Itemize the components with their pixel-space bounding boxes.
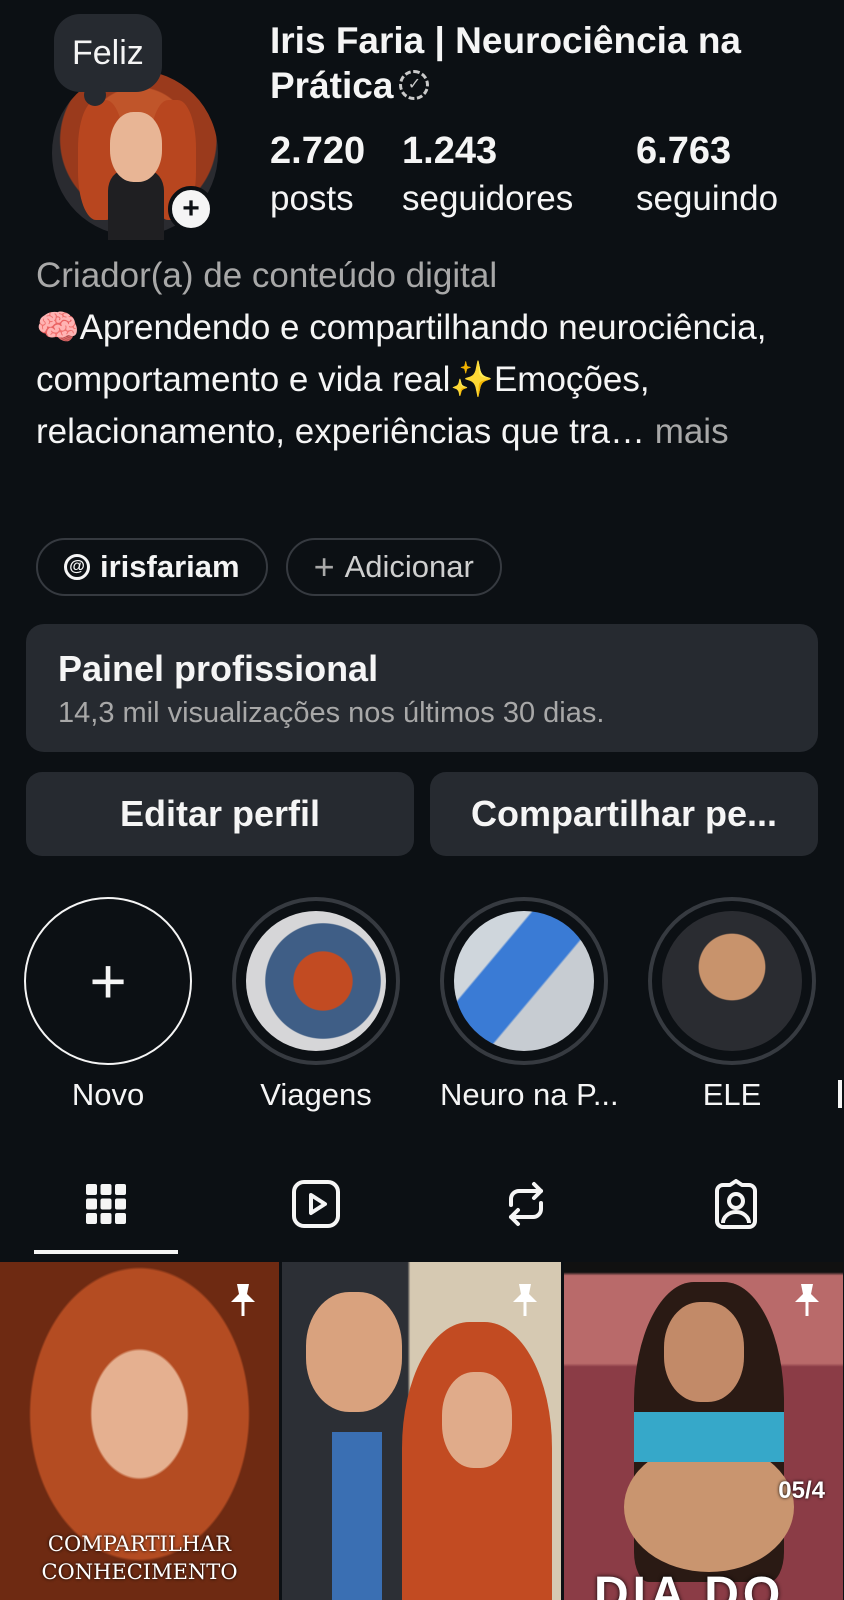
profile-name: Iris Faria | Neurociência na Prática ✓	[270, 20, 741, 106]
link-chips: @ irisfariam + Adicionar	[36, 538, 502, 596]
grid-icon[interactable]	[76, 1174, 136, 1234]
add-link-chip[interactable]: + Adicionar	[285, 538, 502, 596]
grid-post[interactable]: 05/4 DIA DO	[564, 1262, 843, 1600]
post-caption: COMPARTILHAR CONHECIMENTO	[41, 1532, 238, 1584]
tagged-icon[interactable]	[706, 1174, 766, 1234]
bio-more-link[interactable]: mais	[655, 412, 729, 451]
profile-category: Criador(a) de conteúdo digital	[36, 256, 498, 295]
reposts-icon[interactable]	[496, 1174, 556, 1234]
highlight-label: ELE	[702, 1077, 762, 1112]
professional-dashboard[interactable]: Painel profissional 14,3 mil visualizaçõ…	[26, 624, 818, 752]
add-story-icon[interactable]: +	[168, 186, 214, 232]
share-profile-button[interactable]: Compartilhar pe...	[430, 772, 818, 856]
highlight-neuro[interactable]: Neuro na P...	[440, 897, 619, 1113]
highlight-cover	[454, 911, 594, 1051]
followers-count: 1.243	[402, 130, 498, 172]
posts-label: posts	[270, 179, 354, 218]
profile-tabs	[0, 1160, 844, 1256]
add-link-label: Adicionar	[344, 549, 474, 584]
highlight-label: Novo	[71, 1077, 145, 1112]
dashboard-title: Painel profissional	[58, 648, 379, 689]
followers-label: seguidores	[402, 179, 574, 218]
following-count: 6.763	[636, 130, 732, 172]
note-text: Feliz	[72, 33, 144, 72]
threads-chip[interactable]: @ irisfariam	[36, 538, 268, 596]
bio-block: Criador(a) de conteúdo digital 🧠Aprenden…	[36, 250, 816, 458]
pin-icon	[795, 1284, 819, 1316]
highlight-new[interactable]: + Novo	[24, 897, 192, 1113]
stat-followers[interactable]: 1.243 seguidores	[402, 128, 573, 224]
edit-profile-button[interactable]: Editar perfil	[26, 772, 414, 856]
posts-grid: COMPARTILHAR CONHECIMENTO 05/4 DIA DO	[0, 1262, 844, 1600]
plus-icon: +	[313, 546, 335, 587]
dashboard-subtitle: 14,3 mil visualizações nos últimos 30 di…	[58, 697, 605, 729]
highlight-ele[interactable]: ELE	[648, 897, 816, 1113]
highlight-cover	[246, 911, 386, 1051]
profile-avatar[interactable]: +	[52, 70, 218, 240]
post-overlay-text: DIA DO	[594, 1568, 785, 1600]
grid-post[interactable]	[282, 1262, 561, 1600]
stat-following[interactable]: 6.763 seguindo	[636, 128, 778, 224]
reels-icon[interactable]	[286, 1174, 346, 1234]
grid-post[interactable]: COMPARTILHAR CONHECIMENTO	[0, 1262, 279, 1600]
verified-icon: ✓	[399, 70, 430, 101]
threads-icon: @	[64, 554, 90, 580]
stat-posts[interactable]: 2.720 posts	[270, 128, 365, 224]
active-tab-indicator	[34, 1250, 178, 1254]
highlight-viagens[interactable]: Viagens	[232, 897, 400, 1113]
posts-count: 2.720	[270, 130, 366, 172]
note-bubble[interactable]: Feliz	[54, 14, 162, 106]
threads-handle: irisfariam	[100, 549, 240, 584]
highlight-cover	[662, 911, 802, 1051]
highlight-label: Neuro na P...	[440, 1077, 619, 1112]
highlight-label: Viagens	[260, 1077, 372, 1112]
pin-icon	[513, 1284, 537, 1316]
plus-icon: +	[89, 945, 127, 1017]
post-overlay-number: 05/4	[778, 1477, 825, 1504]
highlight-overflow-indicator	[838, 1080, 842, 1108]
pin-icon	[231, 1284, 255, 1316]
following-label: seguindo	[636, 179, 779, 218]
